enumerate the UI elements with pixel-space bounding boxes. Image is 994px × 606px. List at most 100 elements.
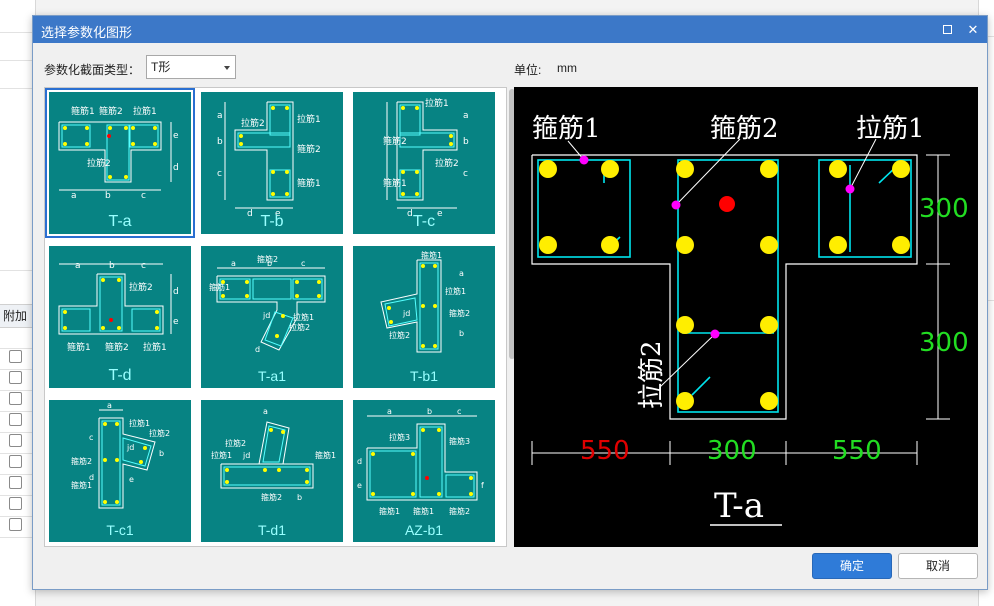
thumb-label: 箍筋1	[209, 282, 230, 292]
background-checkbox[interactable]	[9, 455, 22, 468]
section-type-select[interactable]: T形	[146, 55, 236, 79]
background-checkbox[interactable]	[9, 371, 22, 384]
thumb-label: b	[463, 137, 469, 147]
rebar	[892, 160, 910, 178]
shape-gallery: 箍筋1 箍筋2 拉筋1 拉筋2 a b c d e T-a 拉筋2 拉筋1 箍筋…	[44, 87, 507, 547]
thumb-label: 拉筋2	[389, 330, 410, 340]
thumb-label: 箍筋1	[379, 506, 400, 516]
thumb-label: 箍筋3	[449, 436, 470, 446]
AZ-b1-thumbnail-drawing: 拉筋3 箍筋3 箍筋1 箍筋1 箍筋2 a b c d e f	[357, 407, 484, 516]
thumb-label: a	[387, 407, 392, 416]
thumb-label: c	[89, 433, 93, 442]
thumb-T-a1[interactable]: 箍筋2 箍筋1 拉筋1 拉筋2 jd a b c d T-a1	[201, 246, 343, 388]
thumb-label: jd	[126, 443, 134, 452]
thumb-caption: T-c	[412, 213, 436, 230]
rebar	[676, 392, 694, 410]
thumb-label: jd	[402, 309, 410, 318]
thumb-label: 箍筋2	[105, 341, 129, 353]
thumb-label: 拉筋2	[225, 438, 246, 448]
dim-flange-height: 300	[919, 194, 969, 224]
thumb-label: a	[231, 259, 236, 268]
thumb-label: 拉筋1	[133, 105, 157, 117]
thumb-T-a[interactable]: 箍筋1 箍筋2 拉筋1 拉筋2 a b c d e T-a	[45, 88, 195, 238]
close-button[interactable]: ✕	[963, 20, 983, 40]
thumb-T-d1[interactable]: 拉筋2 拉筋1 箍筋1 箍筋2 jd a b T-d1	[201, 400, 343, 542]
thumb-label: jd	[242, 451, 250, 460]
background-checkbox[interactable]	[9, 392, 22, 405]
background-checkbox[interactable]	[9, 413, 22, 426]
thumb-label: 箍筋2	[261, 492, 282, 502]
thumb-label: 拉筋2	[241, 117, 265, 129]
unit-value: mm	[557, 61, 577, 75]
thumb-T-d[interactable]: 拉筋2 箍筋1 箍筋2 拉筋1 a b c d e T-d	[49, 246, 191, 388]
thumb-label: d	[173, 287, 179, 297]
thumb-label: 拉筋3	[389, 432, 410, 442]
background-checkbox[interactable]	[9, 497, 22, 510]
T-b1-thumbnail-drawing: 箍筋1 拉筋1 箍筋2 拉筋2 jd a b	[380, 250, 470, 353]
thumb-label: e	[129, 475, 134, 484]
thumb-label: b	[297, 493, 302, 502]
thumb-label: 箍筋1	[383, 177, 407, 189]
thumb-label: d	[357, 457, 362, 466]
thumb-label: a	[217, 111, 223, 121]
thumb-label: 箍筋1	[67, 341, 91, 353]
select-shape-dialog: 选择参数化图形 ✕ 参数化截面类型： T形 单位: mm 箍筋1 箍筋2 拉筋1…	[32, 15, 988, 590]
thumb-label: d	[173, 163, 179, 173]
thumb-T-c[interactable]: 拉筋1 箍筋2 箍筋1 拉筋2 a b c d e T-c	[353, 92, 495, 234]
thumb-label: 拉筋2	[149, 428, 170, 438]
preview-caption: T-a	[714, 486, 764, 526]
tie-1-label: 拉筋1	[856, 114, 925, 144]
thumb-caption: AZ-b1	[404, 522, 444, 538]
rebar	[829, 236, 847, 254]
maximize-icon	[942, 25, 952, 34]
rebar	[892, 236, 910, 254]
T-c1-thumbnail-drawing: 拉筋1 拉筋2 箍筋2 箍筋1 jd a b c d e	[71, 401, 170, 509]
rebar	[539, 160, 557, 178]
thumb-T-c1[interactable]: 拉筋1 拉筋2 箍筋2 箍筋1 jd a b c d e T-c1	[49, 400, 191, 542]
thumb-label: 箍筋1	[297, 177, 321, 189]
rebar	[829, 160, 847, 178]
rebar	[760, 160, 778, 178]
T-d1-thumbnail-drawing: 拉筋2 拉筋1 箍筋1 箍筋2 jd a b	[211, 407, 336, 502]
dim-mid: 300	[707, 436, 757, 466]
thumb-label: b	[159, 449, 164, 458]
rebar	[676, 316, 694, 334]
ok-button[interactable]: 确定	[812, 553, 892, 579]
rebar	[539, 236, 557, 254]
unit-label: 单位:	[514, 63, 542, 77]
maximize-button[interactable]	[937, 20, 957, 40]
thumb-label: c	[141, 191, 146, 201]
thumb-label: 箍筋1	[71, 105, 95, 117]
background-grid	[0, 0, 36, 606]
thumb-label: b	[217, 137, 223, 147]
thumb-label: 拉筋1	[129, 418, 150, 428]
rebar	[676, 236, 694, 254]
leader-line	[659, 333, 716, 388]
background-checkbox[interactable]	[9, 350, 22, 363]
thumb-label: 拉筋2	[129, 281, 153, 293]
thumb-label: b	[267, 259, 272, 268]
thumb-label: b	[427, 407, 432, 416]
T-a1-thumbnail-drawing: 箍筋2 箍筋1 拉筋1 拉筋2 jd a b c d	[209, 254, 326, 354]
cancel-button[interactable]: 取消	[898, 553, 978, 579]
thumb-T-b1[interactable]: 箍筋1 拉筋1 箍筋2 拉筋2 jd a b T-b1	[353, 246, 495, 388]
thumb-label: a	[459, 269, 464, 278]
thumb-caption: T-b	[260, 213, 284, 230]
thumb-label: c	[463, 169, 468, 179]
thumb-T-b[interactable]: 拉筋2 拉筋1 箍筋2 箍筋1 a b c d e T-b	[201, 92, 343, 234]
thumb-label: a	[107, 401, 112, 410]
chevron-down-icon	[224, 66, 230, 70]
rebar	[760, 316, 778, 334]
background-checkbox[interactable]	[9, 476, 22, 489]
background-checkbox[interactable]	[9, 518, 22, 531]
thumb-caption: T-a	[108, 213, 132, 230]
thumb-label: b	[105, 191, 111, 201]
thumb-label: 箍筋2	[449, 308, 470, 318]
thumb-label: 拉筋2	[87, 157, 111, 169]
thumb-label: 箍筋1	[315, 450, 336, 460]
thumb-AZ-b1[interactable]: 拉筋3 箍筋3 箍筋1 箍筋1 箍筋2 a b c d e f AZ-b1	[353, 400, 495, 542]
background-checkbox[interactable]	[9, 434, 22, 447]
thumb-label: 箍筋1	[413, 506, 434, 516]
thumb-label: 拉筋2	[435, 157, 459, 169]
rebar	[760, 236, 778, 254]
